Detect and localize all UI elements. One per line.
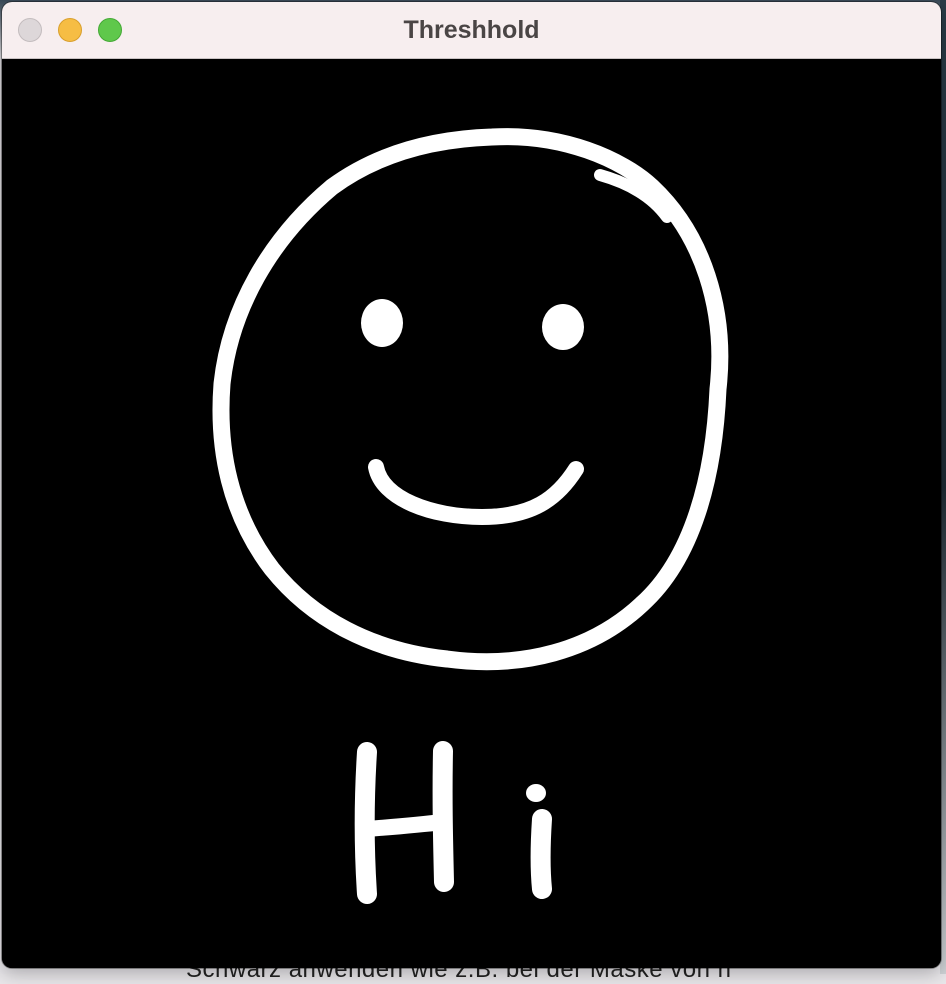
image-canvas (2, 59, 941, 968)
letter-h-bar (359, 814, 451, 837)
letter-i-dot (526, 784, 546, 802)
letter-i-stem (530, 809, 552, 899)
left-eye (361, 299, 403, 347)
window-titlebar[interactable]: Threshhold (2, 2, 941, 59)
threshold-image (2, 59, 941, 968)
window-title: Threshhold (403, 16, 540, 44)
threshold-window: Threshhold (2, 2, 941, 968)
right-eye (542, 304, 584, 350)
